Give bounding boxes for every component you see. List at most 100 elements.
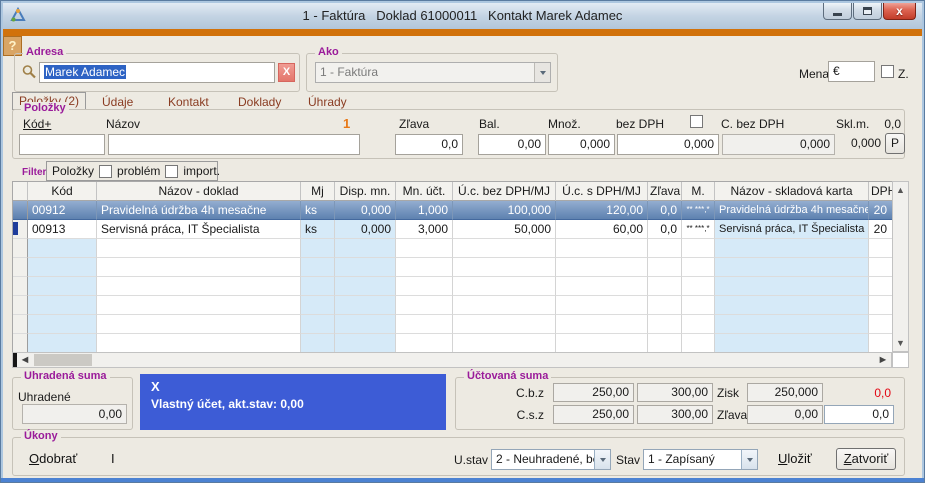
cell-m[interactable] (682, 239, 715, 258)
cell-ucbez[interactable] (453, 296, 556, 315)
cell-mnuct[interactable]: 1,000 (396, 201, 453, 220)
cell-ucbez[interactable] (453, 315, 556, 334)
zlava-percent-input[interactable]: 0,0 (824, 405, 894, 424)
cell-nazov[interactable]: Pravidelná údržba 4h mesačne (97, 201, 301, 220)
search-icon[interactable] (21, 64, 37, 80)
cell-m[interactable]: ** ***,* (682, 201, 715, 220)
z-checkbox[interactable] (881, 65, 894, 78)
cell-mnuct[interactable] (396, 334, 453, 352)
cell-m[interactable] (682, 315, 715, 334)
bezdph-input[interactable]: 0,000 (617, 134, 719, 155)
cell-mnuct[interactable] (396, 296, 453, 315)
cell-dph[interactable] (869, 315, 892, 334)
zlava-input[interactable]: 0,0 (395, 134, 463, 155)
bezdph-checkbox[interactable] (690, 115, 703, 128)
cell-disp[interactable] (335, 296, 396, 315)
cell-zlava[interactable] (648, 277, 682, 296)
cell-ucbez[interactable] (453, 258, 556, 277)
table-row-empty[interactable] (13, 258, 892, 277)
cell-ucbez[interactable] (453, 334, 556, 352)
row-selector-cell[interactable] (13, 277, 28, 296)
cell-sklad[interactable] (715, 258, 869, 277)
minimize-button[interactable] (823, 2, 852, 20)
scrollbar-thumb[interactable] (34, 354, 92, 366)
tab-doklady[interactable]: Doklady (238, 95, 281, 109)
header-mnuct[interactable]: Mn. účt. (396, 182, 453, 201)
cell-zlava[interactable] (648, 315, 682, 334)
cell-m[interactable] (682, 258, 715, 277)
header-disp[interactable]: Disp. mn. (335, 182, 396, 201)
cell-zlava[interactable] (648, 258, 682, 277)
tab-uhrady[interactable]: Úhrady (308, 95, 347, 109)
cell-disp[interactable] (335, 334, 396, 352)
table-row-empty[interactable] (13, 239, 892, 258)
kod-input[interactable] (19, 134, 105, 155)
uhradene-value[interactable]: 0,00 (22, 404, 127, 424)
cell-zlava[interactable] (648, 239, 682, 258)
cell-dph[interactable]: 20 (869, 201, 892, 220)
cell-kod[interactable] (28, 239, 97, 258)
cell-ucbez[interactable]: 50,000 (453, 220, 556, 239)
cell-disp[interactable] (335, 315, 396, 334)
row-selector-cell[interactable] (13, 334, 28, 352)
horizontal-scrollbar[interactable]: ◄ ► (12, 352, 892, 368)
cell-kod[interactable]: 00912 (28, 201, 97, 220)
table-row-empty[interactable] (13, 315, 892, 334)
mena-input[interactable]: € (828, 61, 875, 82)
cell-nazov[interactable] (97, 296, 301, 315)
titlebar[interactable]: 1 - Faktúra Doklad 61000011 Kontakt Mare… (1, 1, 924, 29)
cell-nazov[interactable] (97, 239, 301, 258)
stav-combobox[interactable]: 1 - Zapísaný (643, 449, 758, 470)
cell-mj[interactable] (301, 277, 335, 296)
row-selector-cell[interactable] (13, 258, 28, 277)
kod-label[interactable]: Kód+ (23, 117, 51, 131)
cell-sklad[interactable]: Pravidelná údržba 4h mesačne (715, 201, 869, 220)
cell-ucs[interactable] (556, 277, 648, 296)
cell-nazov[interactable] (97, 277, 301, 296)
cell-disp[interactable]: 0,000 (335, 220, 396, 239)
cell-kod[interactable] (28, 277, 97, 296)
cell-ucs[interactable] (556, 315, 648, 334)
cell-zlava[interactable] (648, 296, 682, 315)
table-row-empty[interactable] (13, 296, 892, 315)
cell-disp[interactable] (335, 239, 396, 258)
cell-mj[interactable]: ks (301, 201, 335, 220)
cell-mj[interactable]: ks (301, 220, 335, 239)
cell-dph[interactable] (869, 258, 892, 277)
table-row-selected[interactable]: 00912 Pravidelná údržba 4h mesačne ks 0,… (13, 201, 892, 220)
tab-kontakt[interactable]: Kontakt (168, 95, 209, 109)
cell-ucs[interactable]: 60,00 (556, 220, 648, 239)
cell-m[interactable] (682, 334, 715, 352)
cell-m[interactable] (682, 277, 715, 296)
close-button[interactable]: x (883, 2, 916, 20)
row-selector-cell[interactable] (13, 296, 28, 315)
cell-ucbez[interactable]: 100,000 (453, 201, 556, 220)
cell-disp[interactable] (335, 277, 396, 296)
cbezdph-input[interactable]: 0,000 (722, 134, 835, 155)
nazov-input[interactable] (108, 134, 360, 155)
scroll-up-icon[interactable]: ▲ (893, 184, 908, 196)
p-button[interactable]: P (885, 133, 905, 154)
cell-sklad[interactable]: Servisná práca, IT Špecialista (715, 220, 869, 239)
bal-input[interactable]: 0,00 (478, 134, 546, 155)
header-zlava[interactable]: Zľava (648, 182, 682, 201)
ulozit-action[interactable]: Uložiť (778, 451, 812, 466)
problem-checkbox[interactable] (99, 165, 112, 178)
table-row-empty[interactable] (13, 277, 892, 296)
restore-button[interactable] (853, 2, 882, 20)
header-ucbez[interactable]: Ú.c. bez DPH/MJ (453, 182, 556, 201)
clear-adresa-button[interactable]: X (278, 63, 295, 82)
cell-nazov[interactable]: Servisná práca, IT Špecialista (97, 220, 301, 239)
cell-ucs[interactable] (556, 239, 648, 258)
cell-dph[interactable]: 20 (869, 220, 892, 239)
cell-disp[interactable] (335, 258, 396, 277)
cell-m[interactable]: ** ***,* (682, 220, 715, 239)
cell-sklad[interactable] (715, 315, 869, 334)
ustav-combobox[interactable]: 2 - Neuhradené, be: (491, 449, 611, 470)
scroll-down-icon[interactable]: ▼ (893, 337, 908, 349)
cell-ucbez[interactable] (453, 277, 556, 296)
header-kod[interactable]: Kód (28, 182, 97, 201)
header-mj[interactable]: Mj (301, 182, 335, 201)
cell-kod[interactable] (28, 296, 97, 315)
adresa-input[interactable]: Marek Adamec (39, 62, 275, 83)
